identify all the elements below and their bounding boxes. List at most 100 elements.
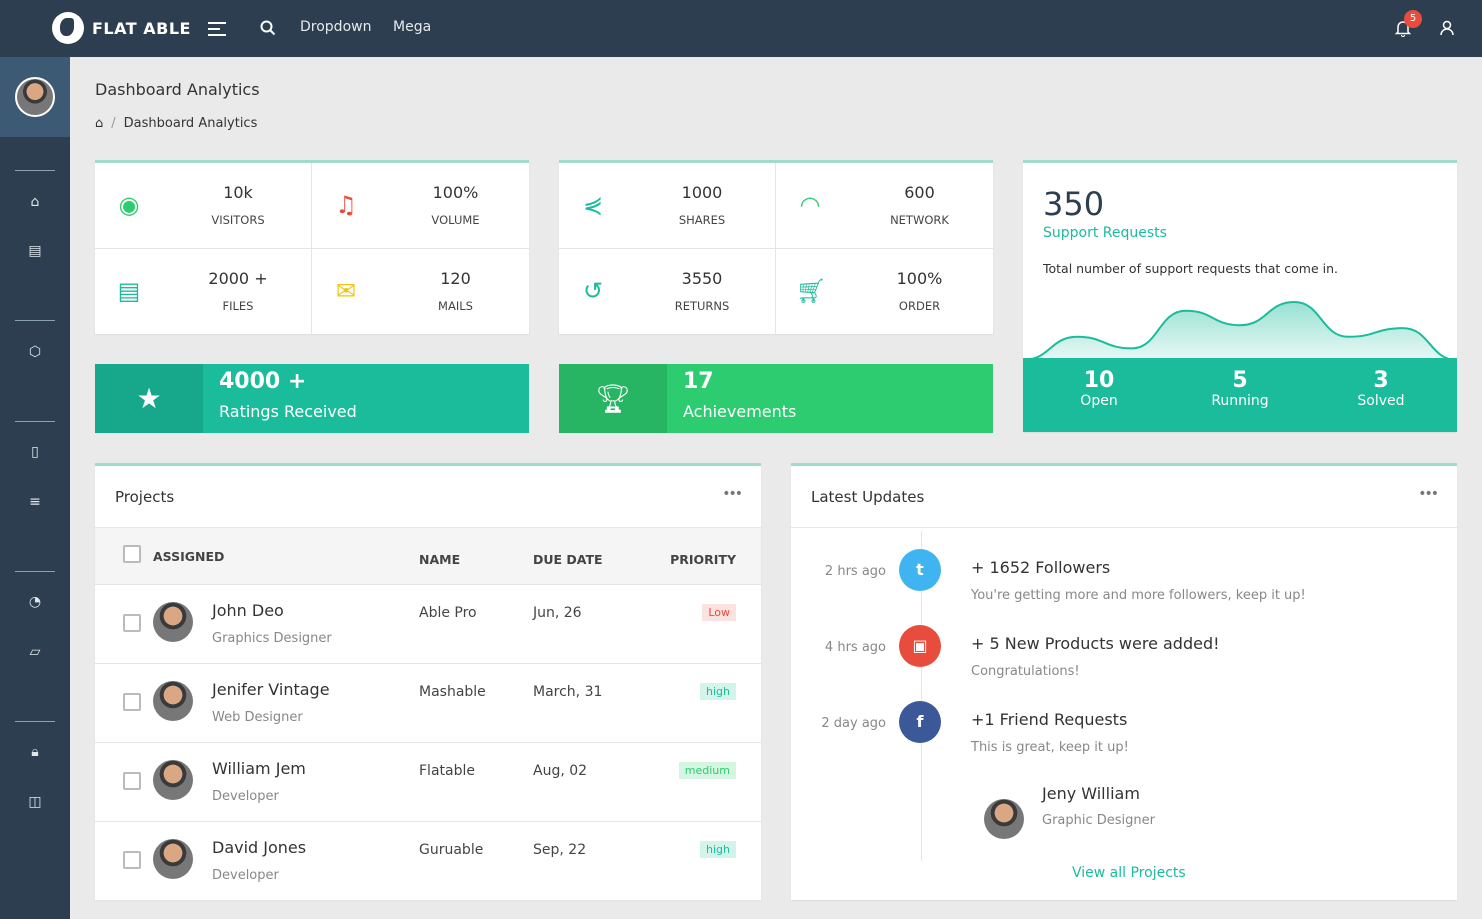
project-name: Flatable — [419, 763, 475, 779]
support-sparkline — [1023, 300, 1457, 363]
brand-logo[interactable] — [52, 12, 84, 44]
stat-value: 600 — [904, 183, 935, 202]
stat-files: ▤ 2000 + FILES — [95, 249, 312, 335]
update-title: + 1652 Followers — [971, 558, 1111, 577]
col-due-date[interactable]: DUE DATE — [533, 552, 603, 567]
view-all-projects-link[interactable]: View all Projects — [1072, 865, 1186, 881]
row-checkbox[interactable] — [123, 851, 141, 869]
stat-label: FILES — [222, 299, 254, 313]
nav-mega[interactable]: Mega — [393, 19, 431, 35]
col-priority[interactable]: PRIORITY — [670, 552, 736, 567]
due-date: Aug, 02 — [533, 763, 588, 779]
avatar — [153, 681, 193, 721]
priority-badge: medium — [678, 762, 736, 779]
home-icon[interactable]: ⌂ — [95, 116, 103, 131]
stat-label: VISITORS — [211, 213, 265, 227]
music-icon: ♫ — [335, 191, 357, 219]
support-title: Support Requests — [1043, 225, 1167, 241]
support-count: 350 — [1043, 185, 1105, 223]
banner-value: 17 — [683, 369, 714, 394]
select-all-checkbox[interactable] — [123, 545, 141, 563]
stat-volume: ♫ 100% VOLUME — [312, 163, 529, 249]
avatar — [153, 839, 193, 879]
sidebar-layout-icon[interactable]: ◫ — [26, 793, 44, 811]
breadcrumb-current[interactable]: Dashboard Analytics — [124, 116, 258, 131]
breadcrumb: ⌂ / Dashboard Analytics — [95, 116, 258, 131]
table-row: John Deo Graphics Designer Able Pro Jun, 26… — [95, 585, 761, 664]
row-checkbox[interactable] — [123, 614, 141, 632]
assignee-role: Graphics Designer — [212, 631, 332, 646]
update-title: + 5 New Products were added! — [971, 634, 1220, 653]
avatar — [153, 602, 193, 642]
brand-name[interactable]: FLAT ABLE — [92, 19, 191, 38]
person-name[interactable]: Jeny William — [1042, 784, 1140, 803]
stat-label: VOLUME — [431, 213, 480, 227]
project-name: Guruable — [419, 842, 484, 858]
stat-label: ORDER — [898, 299, 941, 313]
row-checkbox[interactable] — [123, 772, 141, 790]
sparkline-area — [1023, 302, 1457, 363]
trophy-icon: 🏆︎ — [559, 364, 667, 433]
briefcase-icon[interactable]: ▣ — [899, 625, 941, 667]
search-icon[interactable] — [260, 20, 276, 36]
support-requests-card: 350 Support Requests Total number of sup… — [1023, 160, 1457, 432]
assignee-name: Jenifer Vintage — [212, 680, 330, 699]
row-checkbox[interactable] — [123, 693, 141, 711]
col-assigned[interactable]: ASSIGNED — [153, 549, 224, 564]
project-name: Able Pro — [419, 605, 477, 621]
nav-dropdown[interactable]: Dropdown — [300, 19, 371, 35]
user-avatar[interactable] — [15, 77, 55, 117]
twitter-icon[interactable]: t — [899, 549, 941, 591]
file-icon[interactable]: ▯ — [26, 443, 44, 461]
stat-label: RETURNS — [674, 299, 730, 313]
priority-badge: Low — [702, 604, 736, 621]
update-subtitle: Congratulations! — [971, 664, 1080, 679]
banner-label: Ratings Received — [219, 402, 357, 421]
assignee-name: David Jones — [212, 838, 307, 857]
banner-label: Achievements — [683, 402, 797, 421]
person-avatar — [984, 799, 1024, 839]
assignee-name: William Jem — [212, 759, 306, 778]
stat-order: 🛒︎ 100% ORDER — [776, 249, 993, 335]
list-icon[interactable]: ≡ — [26, 493, 44, 511]
notification-badge: 5 — [1404, 10, 1422, 28]
eye-icon: ◉ — [118, 191, 140, 219]
rotate-icon: ↺ — [582, 277, 604, 305]
more-options-icon[interactable]: ••• — [722, 486, 743, 502]
map-icon[interactable]: ▱ — [26, 643, 44, 661]
banner-value: 4000 + — [219, 369, 307, 394]
stat-value: 100% — [896, 269, 943, 288]
table-row: David Jones Developer Guruable Sep, 22 high — [95, 822, 761, 901]
layout-icon[interactable]: ▤ — [26, 242, 44, 260]
pie-chart-icon[interactable]: ◔ — [26, 593, 44, 611]
stat-network: ◠ 600 NETWORK — [776, 163, 993, 249]
share-icon: ⋞ — [582, 191, 604, 219]
mail-icon: ✉ — [335, 277, 357, 305]
wifi-icon: ◠ — [799, 191, 821, 219]
stat-visitors: ◉ 10k VISITORS — [95, 163, 312, 249]
support-stats: 10 Open 5 Running 3 Solved — [1023, 358, 1457, 432]
person-role: Graphic Designer — [1042, 813, 1155, 828]
support-desc: Total number of support requests that co… — [1043, 261, 1339, 276]
facebook-icon[interactable]: f — [899, 701, 941, 743]
priority-badge: high — [700, 683, 736, 700]
stat-value: 100% — [432, 183, 479, 202]
stat-running: 5 Running — [1211, 368, 1269, 409]
star-icon: ★ — [95, 364, 203, 433]
file-icon: ▤ — [117, 277, 141, 305]
stat-value: 1000 — [681, 183, 723, 202]
stat-value: 3550 — [681, 269, 723, 288]
due-date: Sep, 22 — [533, 842, 587, 858]
user-icon[interactable] — [1439, 20, 1455, 36]
stats-card-1: ◉ 10k VISITORS ♫ 100% VOLUME ▤ 2000 + FILES ✉ 120 M… — [95, 160, 529, 335]
stats-card-2: ⋞ 1000 SHARES ◠ 600 NETWORK ↺ 3550 RETURNS 🛒︎ 100%… — [559, 160, 993, 335]
menu-toggle-icon[interactable] — [208, 22, 226, 40]
col-name[interactable]: NAME — [419, 552, 460, 567]
home-icon[interactable]: ⌂ — [26, 193, 44, 211]
box-icon[interactable]: ⬡ — [26, 343, 44, 361]
update-time: 2 hrs ago — [824, 564, 886, 579]
assignee-role: Developer — [212, 868, 279, 883]
top-bar: FLAT ABLE Dropdown Mega 5 — [0, 0, 1482, 57]
lock-icon[interactable]: 🔒︎ — [26, 743, 44, 761]
more-options-icon[interactable]: ••• — [1418, 486, 1439, 502]
